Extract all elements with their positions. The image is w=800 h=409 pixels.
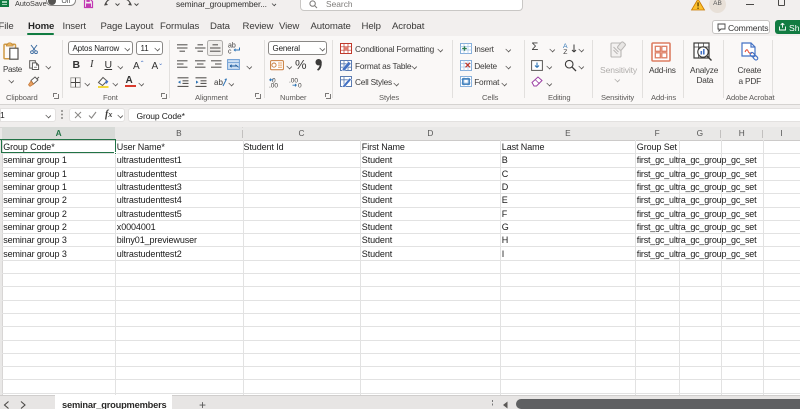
- svg-text:c: c: [228, 49, 232, 56]
- svg-text:Z: Z: [563, 49, 567, 56]
- svg-text:0: 0: [298, 82, 302, 89]
- svg-text:ab: ab: [214, 78, 223, 87]
- svg-text:.00: .00: [269, 82, 278, 89]
- svg-text:.00: .00: [289, 77, 298, 84]
